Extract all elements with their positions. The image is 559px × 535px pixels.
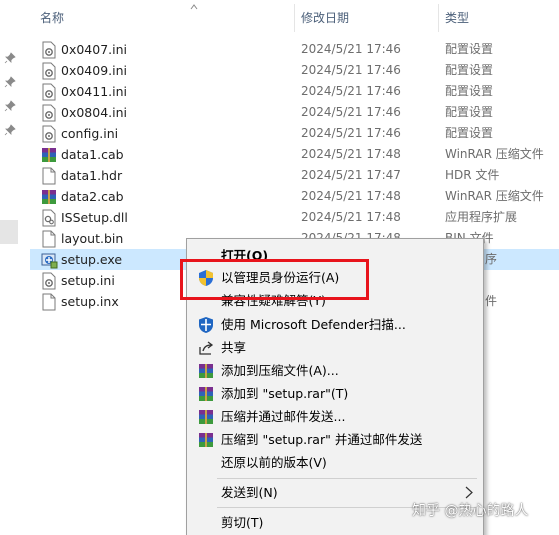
ini-file-icon (42, 83, 56, 101)
pin-icon[interactable] (4, 76, 16, 88)
column-divider[interactable] (438, 4, 439, 32)
file-date: 2024/5/21 17:46 (301, 42, 401, 56)
file-type: 配置设置 (445, 126, 494, 140)
winrar-archive-icon (42, 190, 56, 204)
blank-file-icon (42, 230, 56, 248)
menu-item-add-to-setup-rar[interactable]: 添加到 "setup.rar"(T) (189, 382, 481, 405)
menu-item-share[interactable]: 共享 (189, 336, 481, 359)
file-date: 2024/5/21 17:46 (301, 63, 401, 77)
file-name: 0x0407.ini (61, 42, 128, 57)
file-type: 配置设置 (445, 42, 494, 56)
blank-file-icon (42, 293, 56, 311)
file-name: 0x0409.ini (61, 63, 128, 78)
file-type: 件 (485, 294, 498, 308)
menu-item-label: 添加到 "setup.rar"(T) (221, 386, 349, 401)
ini-file-icon (42, 41, 56, 59)
file-name: data2.cab (61, 189, 124, 204)
menu-separator (217, 478, 477, 479)
menu-item-compress-to-setup-rar-and-email[interactable]: 压缩到 "setup.rar" 并通过邮件发送 (189, 428, 481, 451)
setup-exe-icon (41, 253, 58, 269)
file-name: layout.bin (61, 231, 124, 246)
file-date: 2024/5/21 17:46 (301, 126, 401, 140)
ini-file-icon (42, 62, 56, 80)
menu-item-label: 使用 Microsoft Defender扫描... (221, 317, 406, 332)
menu-item-label: 压缩并通过邮件发送... (221, 409, 346, 424)
file-name: setup.ini (61, 273, 115, 288)
menu-item-label: 还原以前的版本(V) (221, 455, 327, 470)
file-type: 序 (485, 252, 498, 266)
winrar-archive-icon (42, 148, 56, 162)
column-date-header[interactable]: 修改日期 (301, 0, 349, 34)
menu-item-label: 共享 (221, 340, 247, 355)
ini-file-icon (42, 272, 56, 290)
file-type: WinRAR 压缩文件 (445, 189, 544, 203)
menu-item-label: 压缩到 "setup.rar" 并通过邮件发送 (221, 432, 423, 447)
file-row[interactable]: 0x0409.ini 2024/5/21 17:46 配置设置 (30, 60, 559, 81)
chevron-right-icon (465, 486, 473, 499)
winrar-icon (199, 387, 213, 401)
column-header: 名称 修改日期 类型 (30, 0, 559, 34)
pin-icon[interactable] (4, 52, 16, 64)
annotation-highlight-box (180, 259, 369, 300)
pin-icon[interactable] (4, 124, 16, 136)
file-date: 2024/5/21 17:48 (301, 210, 401, 224)
file-row[interactable]: 0x0411.ini 2024/5/21 17:46 配置设置 (30, 81, 559, 102)
file-type: HDR 文件 (445, 168, 500, 182)
menu-item-defender-scan[interactable]: 使用 Microsoft Defender扫描... (189, 313, 481, 336)
menu-item-restore-previous-versions[interactable]: 还原以前的版本(V) (189, 451, 481, 474)
column-divider[interactable] (294, 4, 295, 32)
pin-icon[interactable] (4, 100, 16, 112)
sort-ascending-icon (190, 4, 198, 10)
file-name: data1.cab (61, 147, 124, 162)
file-date: 2024/5/21 17:48 (301, 147, 401, 161)
file-date: 2024/5/21 17:46 (301, 84, 401, 98)
file-name: data1.hdr (61, 168, 123, 183)
file-name: ISSetup.dll (61, 210, 128, 225)
file-row[interactable]: ISSetup.dll 2024/5/21 17:48 应用程序扩展 (30, 207, 559, 228)
file-row[interactable]: 0x0407.ini 2024/5/21 17:46 配置设置 (30, 39, 559, 60)
column-type-header[interactable]: 类型 (445, 0, 469, 34)
column-name-header[interactable]: 名称 (40, 0, 64, 34)
winrar-icon (199, 364, 213, 378)
file-name: setup.exe (61, 252, 123, 267)
menu-item-label: 添加到压缩文件(A)... (221, 363, 339, 378)
winrar-icon (199, 410, 213, 424)
file-type: WinRAR 压缩文件 (445, 147, 544, 161)
file-row[interactable]: config.ini 2024/5/21 17:46 配置设置 (30, 123, 559, 144)
ini-file-icon (42, 104, 56, 122)
file-date: 2024/5/21 17:47 (301, 168, 401, 182)
menu-item-compress-and-email[interactable]: 压缩并通过邮件发送... (189, 405, 481, 428)
dll-file-icon (42, 209, 56, 227)
file-date: 2024/5/21 17:46 (301, 105, 401, 119)
menu-item-label: 剪切(T) (221, 515, 264, 530)
file-type: 应用程序扩展 (445, 210, 518, 224)
blank-file-icon (42, 167, 56, 185)
file-row[interactable]: data1.cab 2024/5/21 17:48 WinRAR 压缩文件 (30, 144, 559, 165)
watermark: 知乎 @热心的路人 (412, 503, 529, 519)
file-row[interactable]: data1.hdr 2024/5/21 17:47 HDR 文件 (30, 165, 559, 186)
ini-file-icon (42, 125, 56, 143)
file-type: 配置设置 (445, 63, 494, 77)
file-name: setup.inx (61, 294, 119, 309)
menu-item-label: 发送到(N) (221, 485, 278, 500)
file-type: 配置设置 (445, 84, 494, 98)
file-name: 0x0804.ini (61, 105, 128, 120)
file-date: 2024/5/21 17:48 (301, 189, 401, 203)
nav-selected-item[interactable] (0, 220, 18, 244)
file-name: config.ini (61, 126, 119, 141)
share-icon (199, 341, 214, 355)
file-row[interactable]: data2.cab 2024/5/21 17:48 WinRAR 压缩文件 (30, 186, 559, 207)
winrar-icon (199, 433, 213, 447)
file-type: 配置设置 (445, 105, 494, 119)
file-name: 0x0411.ini (61, 84, 128, 99)
navigation-pane (0, 0, 20, 535)
file-row[interactable]: 0x0804.ini 2024/5/21 17:46 配置设置 (30, 102, 559, 123)
defender-shield-icon (199, 317, 213, 333)
menu-item-add-to-archive[interactable]: 添加到压缩文件(A)... (189, 359, 481, 382)
